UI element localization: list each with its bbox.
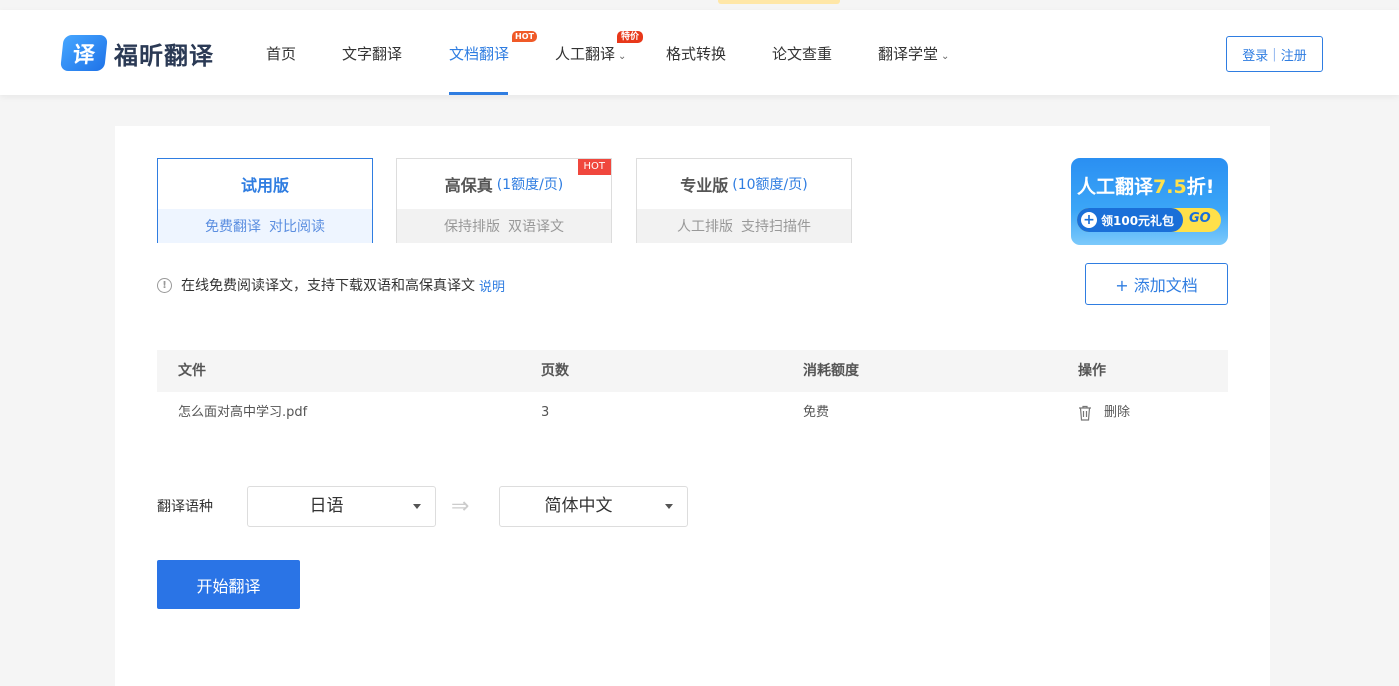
source-language-select[interactable]: 日语 — [247, 486, 436, 527]
plan-feature: 支持扫描件 — [741, 219, 811, 235]
plan-feature: 对比阅读 — [269, 219, 325, 235]
promo-title-prefix: 人工翻译 — [1077, 176, 1154, 198]
file-pages: 3 — [541, 405, 550, 420]
file-cost: 免费 — [803, 405, 830, 420]
caret-down-icon — [413, 504, 421, 509]
logo-text: 福昕翻译 — [114, 41, 214, 70]
plan-name: 高保真 — [444, 176, 493, 195]
plan-features: 保持排版 双语译文 — [397, 209, 611, 243]
promo-go: GO — [1189, 211, 1211, 226]
language-label: 翻译语种 — [157, 499, 213, 515]
plan-feature: 双语译文 — [508, 219, 564, 235]
site-header: 译 福昕翻译 首页 文字翻译 文档翻译 HOT 人工翻译 ⌄ 特价 格式转换 论文… — [0, 10, 1399, 95]
info-icon: ! — [157, 277, 172, 293]
plan-price: (10额度/页) — [732, 177, 808, 193]
top-strip — [0, 0, 1399, 10]
plan-trial[interactable]: 试用版 免费翻译 对比阅读 — [157, 158, 373, 243]
nav-home[interactable]: 首页 — [266, 43, 296, 64]
plan-title: 专业版 (10额度/页) — [637, 159, 851, 209]
target-language-select[interactable]: 简体中文 — [499, 486, 688, 527]
plan-title: 试用版 — [158, 159, 372, 209]
promo-title: 人工翻译7.5折! — [1077, 172, 1214, 199]
chevron-down-icon: ⌄ — [618, 51, 627, 62]
plan-features: 人工排版 支持扫描件 — [637, 209, 851, 243]
promo-coupon-pill[interactable]: + 领100元礼包 GO — [1077, 208, 1221, 232]
nav-academy-label: 翻译学堂 — [878, 45, 939, 63]
plan-name: 专业版 — [680, 176, 729, 195]
column-header-action: 操作 — [1078, 363, 1106, 379]
notice-text: 在线免费阅读译文，支持下载双语和高保真译文 — [181, 278, 475, 294]
promo-coupon-text: 领100元礼包 — [1101, 213, 1175, 228]
file-name: 怎么面对高中学习.pdf — [178, 405, 308, 420]
add-document-button[interactable]: + 添加文档 — [1085, 263, 1228, 305]
source-language-value: 日语 — [309, 496, 344, 516]
file-table: 文件 页数 消耗额度 操作 怎么面对高中学习.pdf 3 免费 删除 — [157, 350, 1228, 434]
plan-feature: 免费翻译 — [205, 219, 261, 235]
translate-panel: 试用版 免费翻译 对比阅读 HOT 高保真 (1额度/页) 保持排版 双语译文 … — [115, 126, 1270, 686]
arrow-right-icon[interactable]: ⇒ — [451, 496, 469, 518]
nav-doc-translate[interactable]: 文档翻译 — [449, 43, 509, 64]
human-translate-promo-banner[interactable]: 人工翻译7.5折! + 领100元礼包 GO — [1071, 158, 1228, 245]
plan-high-fidelity[interactable]: HOT 高保真 (1额度/页) 保持排版 双语译文 — [396, 158, 612, 243]
plus-circle-icon: + — [1081, 212, 1097, 228]
top-promo-bar[interactable] — [718, 0, 840, 4]
login-register-button[interactable]: 登录 | 注册 — [1226, 36, 1323, 72]
nav-academy[interactable]: 翻译学堂 ⌄ — [878, 43, 949, 64]
nav-text-translate[interactable]: 文字翻译 — [342, 43, 402, 64]
promo-discount: 7.5 — [1153, 176, 1187, 198]
start-translate-button[interactable]: 开始翻译 — [157, 560, 300, 609]
plan-professional[interactable]: 专业版 (10额度/页) 人工排版 支持扫描件 — [636, 158, 852, 243]
nav-active-indicator — [449, 92, 508, 95]
nav-human-translate-label: 人工翻译 — [555, 45, 616, 63]
plan-feature: 保持排版 — [444, 219, 500, 235]
nav-human-translate[interactable]: 人工翻译 ⌄ — [555, 43, 626, 64]
plan-name: 试用版 — [240, 176, 289, 195]
nav-plagiarism-check[interactable]: 论文查重 — [772, 43, 832, 64]
login-link[interactable]: 登录 — [1242, 45, 1268, 64]
column-header-cost: 消耗额度 — [803, 363, 859, 379]
plan-feature: 人工排版 — [677, 219, 733, 235]
target-language-value: 简体中文 — [544, 496, 613, 516]
logo[interactable]: 译 福昕翻译 — [60, 35, 214, 71]
delete-file-button[interactable]: 删除 — [1078, 392, 1130, 434]
column-header-file: 文件 — [178, 363, 206, 379]
plan-features: 免费翻译 对比阅读 — [158, 209, 372, 243]
register-link[interactable]: 注册 — [1281, 45, 1307, 64]
nav-hot-badge: HOT — [512, 31, 537, 42]
trash-icon — [1079, 405, 1091, 421]
column-header-pages: 页数 — [541, 363, 569, 379]
plan-price: (1额度/页) — [496, 177, 564, 193]
promo-coupon: + 领100元礼包 — [1077, 208, 1183, 232]
table-row: 怎么面对高中学习.pdf 3 免费 删除 — [157, 392, 1228, 434]
promo-title-suffix: 折! — [1186, 176, 1215, 198]
nav-sale-badge: 特价 — [617, 31, 644, 43]
plan-hot-badge: HOT — [577, 159, 611, 175]
logo-icon: 译 — [60, 35, 108, 71]
table-header: 文件 页数 消耗额度 操作 — [157, 350, 1228, 392]
caret-down-icon — [665, 504, 673, 509]
notice: ! 在线免费阅读译文，支持下载双语和高保真译文 说明 — [157, 275, 505, 295]
nav-format-convert[interactable]: 格式转换 — [666, 43, 726, 64]
delete-label: 删除 — [1104, 405, 1131, 420]
login-separator: | — [1272, 46, 1277, 62]
notice-help-link[interactable]: 说明 — [479, 276, 505, 295]
chevron-down-icon: ⌄ — [941, 51, 950, 62]
